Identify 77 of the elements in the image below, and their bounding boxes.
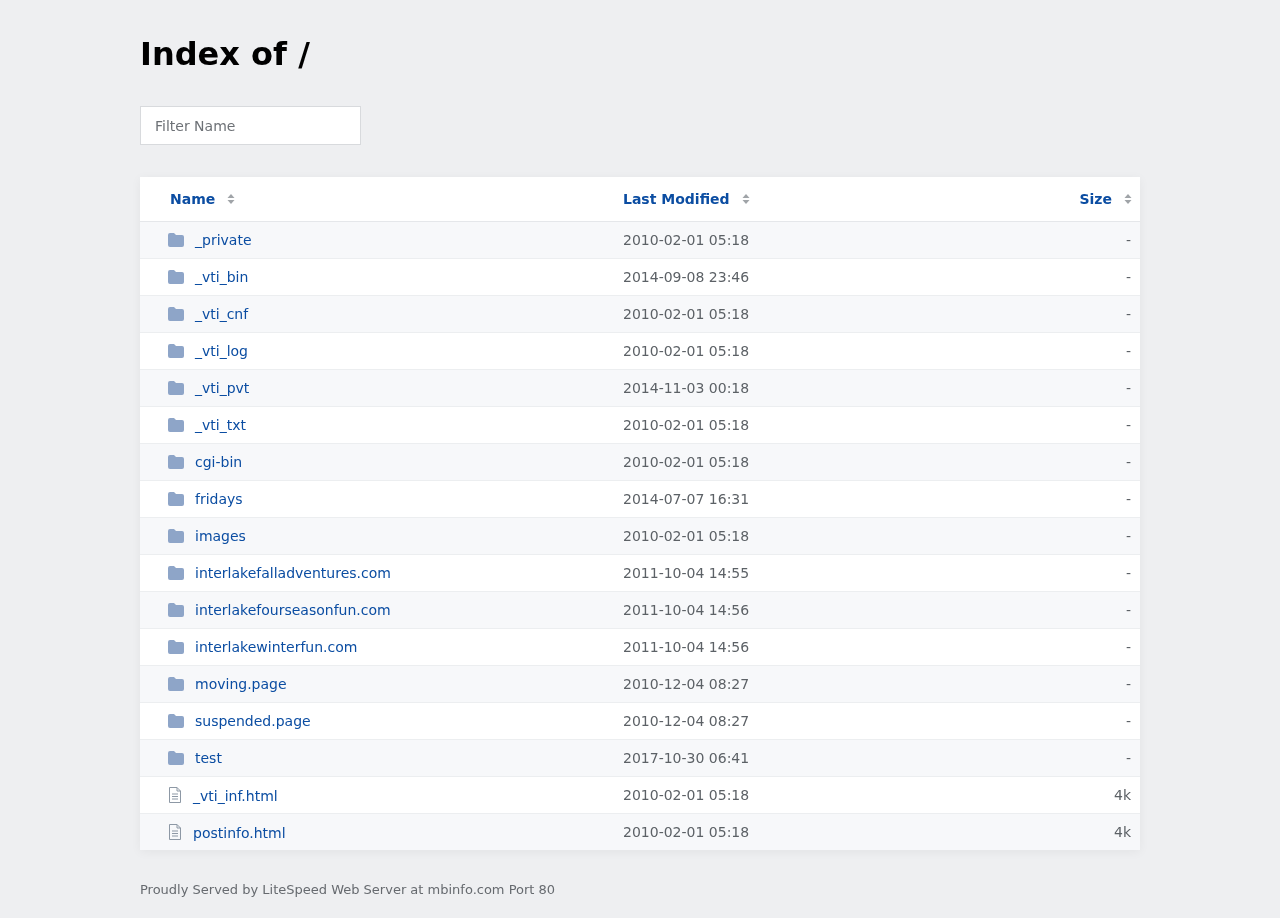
file-size: - — [1125, 528, 1131, 544]
entry-link[interactable]: postinfo.html — [193, 824, 286, 841]
file-size: - — [1125, 750, 1131, 766]
file-size: - — [1125, 232, 1131, 248]
entry-link[interactable]: suspended.page — [195, 713, 311, 729]
file-size: - — [1125, 380, 1131, 396]
sort-header-link[interactable]: Size — [1079, 191, 1112, 207]
folder-icon — [168, 418, 184, 432]
sort-header-link[interactable]: Name — [170, 191, 216, 207]
file-size: - — [1125, 713, 1131, 729]
file-size: - — [1125, 417, 1131, 433]
modified-date: 2014-11-03 00:18 — [623, 380, 750, 396]
file-size: - — [1125, 602, 1131, 618]
modified-date: 2010-02-01 05:18 — [623, 454, 750, 470]
modified-date: 2014-07-07 16:31 — [623, 491, 750, 507]
file-size: - — [1125, 269, 1131, 285]
entry-link[interactable]: _vti_cnf — [195, 306, 249, 322]
entry-link[interactable]: cgi-bin — [195, 454, 243, 470]
server-footer: Proudly Served by LiteSpeed Web Server at mbinfo.com Port 80 — [140, 882, 1140, 897]
entry-link[interactable]: test — [195, 750, 222, 766]
modified-date: 2010-02-01 05:18 — [623, 528, 750, 544]
sort-arrows-icon — [741, 193, 750, 205]
entry-link[interactable]: moving.page — [195, 676, 287, 692]
folder-icon — [168, 381, 184, 395]
file-size: - — [1125, 676, 1131, 692]
file-size: - — [1125, 306, 1131, 322]
folder-icon — [168, 233, 184, 247]
modified-date: 2010-02-01 05:18 — [623, 306, 750, 322]
file-size: - — [1125, 343, 1131, 359]
modified-date: 2010-02-01 05:18 — [623, 232, 750, 248]
sort-header-link[interactable]: Last Modified — [623, 191, 730, 207]
folder-icon — [168, 492, 184, 506]
folder-icon — [168, 344, 184, 358]
modified-date: 2010-02-01 05:18 — [623, 417, 750, 433]
sort-arrows-icon — [227, 193, 236, 205]
file-size: 4k — [1114, 824, 1131, 840]
page-title: Index of / — [140, 34, 311, 74]
entry-link[interactable]: interlakewinterfun.com — [195, 639, 358, 655]
folder-icon — [168, 307, 184, 321]
sort-arrows-icon — [1124, 193, 1132, 205]
entry-link[interactable]: interlakefourseasonfun.com — [195, 602, 391, 618]
modified-date: 2010-02-01 05:18 — [623, 787, 750, 803]
modified-date: 2010-02-01 05:18 — [623, 343, 750, 359]
entry-link[interactable]: _vti_bin — [195, 269, 249, 285]
modified-date: 2010-12-04 08:27 — [623, 713, 750, 729]
modified-date: 2014-09-08 23:46 — [623, 269, 750, 285]
folder-icon — [168, 566, 184, 580]
document-icon — [168, 786, 182, 803]
modified-date: 2011-10-04 14:55 — [623, 565, 750, 581]
folder-icon — [168, 529, 184, 543]
file-size: - — [1125, 565, 1131, 581]
file-size: 4k — [1114, 787, 1131, 803]
file-size: - — [1125, 491, 1131, 507]
filter-field[interactable]: Filter Name — [140, 106, 361, 145]
folder-icon — [168, 270, 184, 284]
entry-link[interactable]: fridays — [195, 491, 243, 507]
folder-icon — [168, 455, 184, 469]
folder-icon — [168, 640, 184, 654]
entry-link[interactable]: _vti_pvt — [195, 380, 250, 396]
file-size: - — [1125, 454, 1131, 470]
folder-icon — [168, 714, 184, 728]
folder-icon — [168, 677, 184, 691]
entry-link[interactable]: _private — [195, 232, 252, 248]
folder-icon — [168, 751, 184, 765]
modified-date: 2011-10-04 14:56 — [623, 639, 750, 655]
entry-link[interactable]: images — [195, 528, 246, 544]
modified-date: 2010-02-01 05:18 — [623, 824, 750, 840]
entry-link[interactable]: interlakefalladventures.com — [195, 565, 391, 581]
file-size: - — [1125, 639, 1131, 655]
modified-date: 2017-10-30 06:41 — [623, 750, 750, 766]
modified-date: 2011-10-04 14:56 — [623, 602, 750, 618]
entry-link[interactable]: _vti_txt — [195, 417, 246, 433]
document-icon — [168, 823, 182, 840]
entry-link[interactable]: _vti_inf.html — [193, 787, 278, 804]
entry-link[interactable]: _vti_log — [195, 343, 248, 359]
modified-date: 2010-12-04 08:27 — [623, 676, 750, 692]
folder-icon — [168, 603, 184, 617]
